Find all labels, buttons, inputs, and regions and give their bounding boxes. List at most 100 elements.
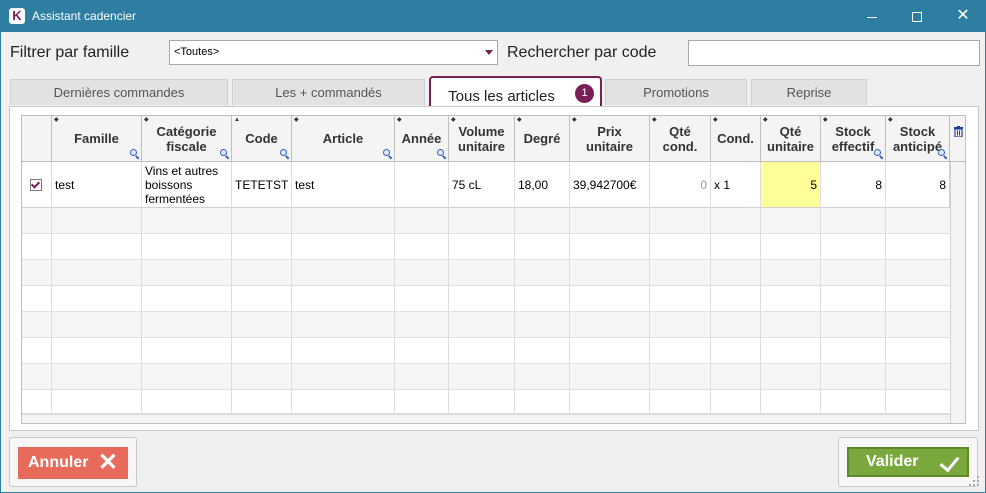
horizontal-scrollbar[interactable] — [22, 414, 950, 423]
sort-icon: ◆ — [294, 117, 299, 123]
articles-table: ◆ Famille ◆ Catégorie fiscale ▲ Code ◆ A… — [21, 115, 966, 424]
tab-count-badge: 1 — [575, 84, 594, 103]
cancel-button[interactable]: Annuler ✕ — [18, 447, 128, 479]
header-degre-label: Degré — [523, 131, 561, 146]
search-icon[interactable] — [130, 149, 140, 160]
cell-annee — [395, 162, 449, 208]
header-cond[interactable]: ◆ Cond. — [711, 116, 761, 162]
grid-line — [231, 162, 232, 414]
header-categorie[interactable]: ◆ Catégorie fiscale — [142, 116, 232, 162]
empty-row — [22, 390, 950, 414]
search-icon[interactable] — [938, 149, 948, 160]
header-stock-effectif[interactable]: ◆ Stock effectif — [821, 116, 886, 162]
window-title: Assistant cadencier — [32, 9, 137, 23]
cell-code: TETETST — [232, 162, 292, 208]
tab-reprise[interactable]: Reprise — [751, 79, 867, 105]
header-prix[interactable]: ◆ Prix unitaire — [570, 116, 650, 162]
resize-grip-icon[interactable] — [969, 476, 979, 486]
cell-famille: test — [52, 162, 142, 208]
tab-les-plus-commandes[interactable]: Les + commandés — [232, 79, 425, 105]
header-famille[interactable]: ◆ Famille — [52, 116, 142, 162]
close-icon: ✕ — [956, 7, 970, 24]
sort-icon: ◆ — [54, 117, 59, 123]
cell-qte-unitaire-input[interactable]: 5 — [761, 162, 821, 208]
header-famille-label: Famille — [74, 131, 119, 146]
cell-categorie: Vins et autres boissons fermentées — [142, 162, 232, 208]
grid-line — [514, 162, 515, 414]
empty-row — [22, 286, 950, 312]
empty-row — [22, 364, 950, 390]
header-annee[interactable]: ◆ Année — [395, 116, 449, 162]
sort-icon: ◆ — [713, 117, 718, 123]
header-article[interactable]: ◆ Article — [292, 116, 395, 162]
header-degre[interactable]: ◆ Degré — [515, 116, 570, 162]
grid-line — [710, 162, 711, 414]
grid-line — [569, 162, 570, 414]
grid-line — [448, 162, 449, 414]
close-icon: ✕ — [97, 449, 118, 476]
close-button[interactable]: ✕ — [940, 1, 986, 32]
checkmark-icon — [939, 451, 960, 473]
sort-asc-icon: ▲ — [234, 117, 240, 123]
title-bar[interactable]: K Assistant cadencier ✕ — [1, 1, 985, 32]
header-stock-anticipe[interactable]: ◆ Stock anticipé — [886, 116, 950, 162]
family-select-value: <Toutes> — [174, 46, 220, 58]
grid-line — [394, 162, 395, 414]
row-checkbox[interactable] — [30, 178, 42, 191]
sort-icon: ◆ — [517, 117, 522, 123]
header-qte-cond[interactable]: ◆ Qté cond. — [650, 116, 711, 162]
cell-cond: x 1 — [711, 162, 761, 208]
validate-button-label: Valider — [866, 453, 919, 470]
cell-article: test — [292, 162, 395, 208]
grid-line — [649, 162, 650, 414]
grid-line — [760, 162, 761, 414]
tab-promotions[interactable]: Promotions — [605, 79, 747, 105]
sort-icon: ◆ — [451, 117, 456, 123]
cell-stock-anticipe: 8 — [886, 162, 950, 208]
cell-stock-effectif: 8 — [821, 162, 886, 208]
header-volume[interactable]: ◆ Volume unitaire — [449, 116, 515, 162]
search-icon[interactable] — [220, 149, 230, 160]
empty-row — [22, 260, 950, 286]
maximize-icon — [912, 12, 922, 23]
grid-line — [51, 162, 52, 414]
header-cond-label: Cond. — [717, 131, 754, 146]
header-qte-unitaire[interactable]: ◆ Qté unitaire — [761, 116, 821, 162]
header-stock-effectif-label: Stock effectif — [831, 123, 875, 154]
app-logo-icon: K — [9, 8, 25, 24]
header-select — [22, 116, 52, 162]
header-volume-label: Volume unitaire — [458, 123, 505, 154]
header-categorie-label: Catégorie fiscale — [156, 123, 217, 154]
sort-icon: ◆ — [652, 117, 657, 123]
chevron-down-icon — [485, 50, 493, 55]
cell-volume: 75 cL — [449, 162, 515, 208]
header-code[interactable]: ▲ Code — [232, 116, 292, 162]
sort-icon: ◆ — [823, 117, 828, 123]
tab-tous-les-articles[interactable]: Tous les articles 1 — [429, 76, 602, 107]
column-settings-button[interactable] — [950, 116, 965, 162]
code-search-input[interactable] — [688, 40, 980, 66]
app-logo-letter: K — [12, 8, 22, 23]
family-select[interactable]: <Toutes> — [169, 40, 498, 65]
cell-prix: 39,942700€ — [570, 162, 650, 208]
search-icon[interactable] — [437, 149, 447, 160]
vertical-scrollbar[interactable] — [950, 162, 965, 423]
tab-dernieres-commandes[interactable]: Dernières commandes — [10, 79, 228, 105]
grid-line — [141, 162, 142, 414]
sort-icon: ◆ — [888, 117, 893, 123]
search-icon[interactable] — [383, 149, 393, 160]
empty-row — [22, 338, 950, 364]
search-icon[interactable] — [874, 149, 884, 160]
sort-icon: ◆ — [397, 117, 402, 123]
maximize-button[interactable] — [894, 1, 940, 32]
cell-qte-cond[interactable]: 0 — [650, 162, 711, 208]
search-icon[interactable] — [280, 149, 290, 160]
trash-icon — [954, 126, 963, 137]
header-qte-cond-label: Qté cond. — [662, 123, 698, 154]
checkmark-icon — [30, 178, 41, 189]
row-checkbox-cell[interactable] — [22, 162, 52, 208]
minimize-button[interactable] — [849, 1, 895, 32]
code-search-label: Rechercher par code — [507, 44, 657, 61]
validate-button[interactable]: Valider — [847, 447, 969, 477]
header-code-label: Code — [245, 131, 278, 146]
